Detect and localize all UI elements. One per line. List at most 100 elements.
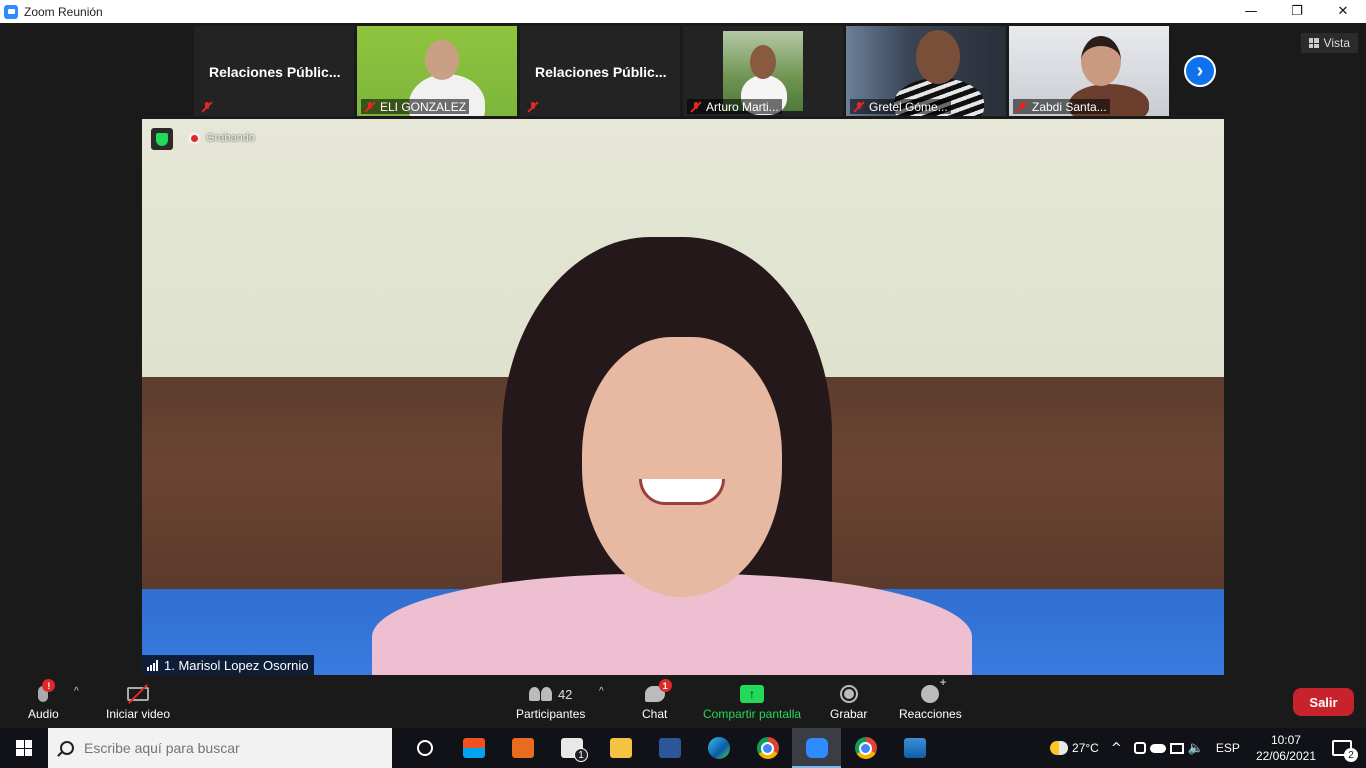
chat-unread-badge: 1 <box>658 679 672 692</box>
zoom-icon <box>805 738 828 758</box>
language-label: ESP <box>1215 741 1240 755</box>
input-language[interactable]: ESP <box>1210 741 1246 755</box>
recording-icon <box>188 132 200 144</box>
window-title: Zoom Reunión <box>24 4 103 19</box>
close-button[interactable]: ✕ <box>1320 0 1366 23</box>
taskbar-app-mail[interactable]: 1 <box>547 728 596 768</box>
chrome-icon <box>854 737 877 759</box>
active-speaker-video[interactable]: Grabando 1. Marisol Lopez Osornio <box>142 119 1224 675</box>
speaker-face <box>582 337 782 597</box>
chat-button[interactable]: 1 Chat <box>642 679 672 721</box>
participant-name: Relaciones Públic... <box>209 64 341 80</box>
participant-face <box>425 40 459 80</box>
mic-muted-icon <box>201 101 213 113</box>
weather-temp: 27°C <box>1072 741 1099 755</box>
tray-icons: 🔈 <box>1128 741 1210 756</box>
participant-label <box>524 99 542 114</box>
chat-label: Chat <box>642 707 668 721</box>
participant-label: ELI GONZALEZ <box>361 99 470 114</box>
taskbar-app-zoom[interactable] <box>792 728 841 768</box>
windows-logo-icon <box>16 740 32 756</box>
taskbar-app-photos[interactable] <box>890 728 939 768</box>
participants-button[interactable]: 42 Participantes <box>516 681 586 722</box>
emoji-reaction-icon <box>921 677 946 703</box>
mic-muted-icon <box>527 101 539 113</box>
audio-options-caret[interactable]: ^ <box>74 686 79 697</box>
start-button[interactable] <box>0 728 48 768</box>
weather-widget[interactable]: 27°C <box>1044 741 1105 755</box>
participant-name: Arturo Marti... <box>706 99 779 114</box>
mic-muted-icon <box>364 101 376 113</box>
network-icon[interactable] <box>1169 742 1184 754</box>
audio-button[interactable]: ! Audio <box>28 679 59 721</box>
folder-icon <box>609 738 632 758</box>
share-screen-icon: ↑ <box>740 685 765 703</box>
taskbar-app-word[interactable] <box>645 728 694 768</box>
participant-strip: Relaciones Públic... ELI GONZALEZ Relaci… <box>194 26 1169 116</box>
participants-label: Participantes <box>516 707 586 721</box>
taskbar-app-edge[interactable] <box>694 728 743 768</box>
weather-icon <box>1050 741 1069 755</box>
start-video-button[interactable]: Iniciar video <box>106 681 170 721</box>
record-icon <box>839 685 858 703</box>
speaker-name: 1. Marisol Lopez Osornio <box>164 657 309 673</box>
restore-button[interactable]: ❐ <box>1274 0 1320 23</box>
onedrive-icon[interactable] <box>1149 743 1166 753</box>
next-page-button[interactable]: › <box>1184 55 1216 87</box>
participant-tile-6[interactable]: Zabdi Santa... <box>1009 26 1169 116</box>
signal-strength-icon <box>147 659 158 671</box>
taskbar-app-explorer[interactable] <box>596 728 645 768</box>
volume-icon[interactable]: 🔈 <box>1188 741 1204 756</box>
security-button[interactable] <box>151 128 173 150</box>
audio-label: Audio <box>28 707 59 721</box>
zoom-app-icon <box>4 4 18 19</box>
leave-meeting-button[interactable]: Salir <box>1293 688 1354 716</box>
search-input[interactable] <box>84 740 374 756</box>
system-tray: 27°C ^ 🔈 ESP 10:07 22/06/2021 2 <box>1044 728 1366 768</box>
share-screen-button[interactable]: ↑ Compartir pantalla <box>703 681 801 721</box>
taskbar-app-chrome-2[interactable] <box>841 728 890 768</box>
clock-date: 22/06/2021 <box>1255 749 1316 763</box>
search-icon <box>60 741 74 755</box>
participant-tile-4[interactable]: Arturo Marti... <box>683 26 843 116</box>
participant-name: Relaciones Públic... <box>535 64 667 80</box>
mail-badge: 1 <box>574 748 588 762</box>
clock-time: 10:07 <box>1270 733 1301 747</box>
record-button[interactable]: Grabar <box>830 681 867 721</box>
participants-count: 42 <box>557 686 573 702</box>
recording-label: Grabando <box>206 132 255 144</box>
action-center-button[interactable]: 2 <box>1332 740 1358 762</box>
edge-icon <box>707 737 730 759</box>
taskbar-app-chrome[interactable] <box>743 728 792 768</box>
windows-taskbar: 1 27°C ^ 🔈 ESP 10:07 22/06/2021 <box>0 728 1366 768</box>
taskbar-app-store[interactable] <box>449 728 498 768</box>
taskbar-app-media[interactable] <box>498 728 547 768</box>
task-view-button[interactable] <box>400 728 449 768</box>
taskbar-clock[interactable]: 10:07 22/06/2021 <box>1246 732 1326 764</box>
notifications-count: 2 <box>1344 748 1358 762</box>
start-video-label: Iniciar video <box>106 707 171 721</box>
participant-name: Gretel Góme... <box>869 99 948 114</box>
participant-tile-2[interactable]: ELI GONZALEZ <box>357 26 517 116</box>
reactions-button[interactable]: Reacciones <box>899 677 962 721</box>
view-button[interactable]: Vista <box>1300 33 1358 53</box>
word-icon <box>658 738 681 758</box>
participant-face <box>916 30 960 84</box>
participant-face <box>1081 36 1121 86</box>
meeting-area: Relaciones Públic... ELI GONZALEZ Relaci… <box>0 23 1366 678</box>
store-icon <box>462 738 485 758</box>
participant-tile-5[interactable]: Gretel Góme... <box>846 26 1006 116</box>
show-hidden-icons[interactable]: ^ <box>1105 741 1128 756</box>
reactions-label: Reacciones <box>899 707 962 721</box>
minimize-button[interactable]: — <box>1228 0 1274 23</box>
meet-now-icon[interactable] <box>1133 742 1146 754</box>
taskbar-apps: 1 <box>400 728 939 768</box>
taskbar-search[interactable] <box>48 728 392 768</box>
recording-indicator[interactable]: Grabando <box>188 132 255 144</box>
shield-icon <box>156 132 168 146</box>
participant-tile-1[interactable]: Relaciones Públic... <box>194 26 354 116</box>
participants-options-caret[interactable]: ^ <box>599 686 604 697</box>
participant-name: ELI GONZALEZ <box>380 99 467 114</box>
participant-tile-3[interactable]: Relaciones Públic... <box>520 26 680 116</box>
chrome-icon <box>756 737 779 759</box>
